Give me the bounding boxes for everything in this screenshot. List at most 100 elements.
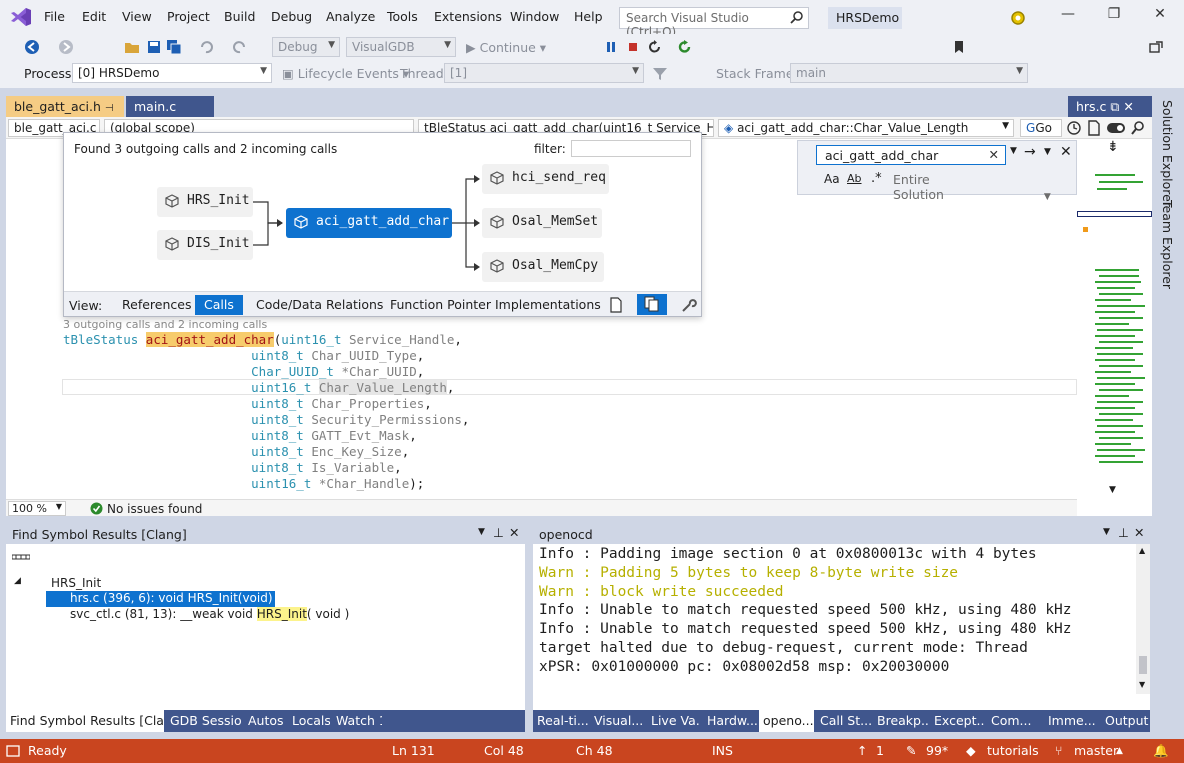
- param-name[interactable]: *Char_UUID: [341, 364, 416, 379]
- bottom-tab[interactable]: Visual...: [590, 710, 645, 732]
- close-button[interactable]: ✕: [1150, 6, 1170, 26]
- bookmark-icon[interactable]: [951, 39, 967, 55]
- whole-word-icon[interactable]: Ab: [847, 172, 862, 185]
- vertical-scrollbar[interactable]: ▲ ▼: [1136, 544, 1150, 694]
- chevron-down-icon[interactable]: ▼: [1103, 527, 1110, 537]
- status-pending[interactable]: 99*: [926, 743, 948, 758]
- restart-icon[interactable]: [647, 39, 663, 55]
- document-icon[interactable]: [608, 297, 624, 313]
- undo-icon[interactable]: [198, 39, 214, 55]
- bottom-tab[interactable]: Except...: [930, 710, 985, 732]
- refresh-icon[interactable]: [677, 39, 693, 55]
- find-input[interactable]: aci_gatt_add_char ✕: [816, 145, 1006, 165]
- param-name[interactable]: *Char_Handle: [319, 476, 409, 491]
- callee-node[interactable]: hci_send_req: [482, 164, 609, 194]
- menu-project[interactable]: Project: [167, 9, 210, 24]
- menu-tools[interactable]: Tools: [387, 9, 418, 24]
- status-repo[interactable]: tutorials: [987, 743, 1039, 758]
- tab-main-c[interactable]: main.c: [126, 96, 214, 117]
- back-icon[interactable]: [24, 39, 40, 55]
- tree-root[interactable]: HRS_Init: [51, 576, 101, 590]
- search-input[interactable]: Search Visual Studio (Ctrl+Q): [619, 7, 809, 39]
- param-name[interactable]: Security_Permissions: [311, 412, 462, 427]
- tab-ble-gatt-aci-h[interactable]: ble_gatt_aci.h ⊣ ✕: [6, 96, 124, 129]
- scroll-up-icon[interactable]: ▲: [1139, 546, 1145, 555]
- openocd-output[interactable]: Info : Padding image section 0 at 0x0800…: [533, 544, 1150, 710]
- chevron-down-icon[interactable]: ▼: [1044, 147, 1051, 157]
- process-combo[interactable]: [0] HRSDemo ▼: [72, 63, 272, 83]
- menu-edit[interactable]: Edit: [82, 9, 106, 24]
- param-name[interactable]: Enc_Key_Size: [311, 444, 401, 459]
- menu-view[interactable]: View: [122, 9, 152, 24]
- platform-combo[interactable]: VisualGDB ▼: [346, 37, 456, 57]
- scroll-down-icon[interactable]: ▼: [1109, 485, 1116, 495]
- clear-icon[interactable]: ✕: [989, 147, 999, 162]
- match-case-icon[interactable]: Aa: [824, 172, 840, 186]
- bottom-tab[interactable]: Find Symbol Results [Clang]: [6, 710, 164, 732]
- scrollbar-thumb[interactable]: [1139, 656, 1147, 674]
- find-next-icon[interactable]: →: [1024, 144, 1036, 160]
- tab-hrs-c-preview[interactable]: hrs.c ⧉ ✕: [1068, 96, 1152, 117]
- find-scope[interactable]: Entire Solution ▼: [893, 172, 1076, 202]
- status-line[interactable]: Ln 131: [392, 743, 435, 758]
- symbol-combo[interactable]: ◈ aci_gatt_add_char::Char_Value_Length ▼: [718, 119, 1014, 137]
- toggle-icon[interactable]: [1106, 120, 1126, 136]
- minimize-button[interactable]: —: [1058, 6, 1078, 26]
- bottom-tab[interactable]: Live Va...: [647, 710, 701, 732]
- bottom-tab[interactable]: Call St...: [816, 710, 871, 732]
- close-icon[interactable]: ✕: [509, 525, 519, 540]
- close-icon[interactable]: ✕: [1123, 99, 1133, 114]
- tab-solution-explorer[interactable]: Solution Explorer: [1160, 100, 1175, 207]
- close-icon[interactable]: ✕: [1060, 144, 1072, 160]
- clock-icon[interactable]: [1066, 120, 1082, 136]
- close-icon[interactable]: ✕: [1134, 525, 1144, 540]
- pin-icon[interactable]: ⊣: [105, 103, 114, 114]
- wrench-icon[interactable]: [681, 297, 697, 313]
- save-icon[interactable]: [146, 39, 162, 55]
- stop-icon[interactable]: [625, 39, 641, 55]
- split-handle-icon[interactable]: ⇟: [1107, 139, 1119, 155]
- param-name[interactable]: Is_Variable: [311, 460, 394, 475]
- minimap-scrollbar[interactable]: ⇟ ▼: [1077, 139, 1152, 499]
- bottom-tab[interactable]: openo...: [759, 710, 814, 732]
- tab-references[interactable]: References: [113, 295, 200, 315]
- tab-calls[interactable]: Calls: [195, 295, 243, 315]
- live-share-icon[interactable]: [1148, 39, 1164, 55]
- menu-help[interactable]: Help: [574, 9, 603, 24]
- result-item[interactable]: svc_ctl.c (81, 13): __weak void HRS_Init…: [70, 607, 349, 623]
- pencil-icon[interactable]: ✎: [906, 743, 916, 758]
- param-name[interactable]: Service_Handle: [349, 332, 454, 347]
- arrow-up-icon[interactable]: ↑: [857, 743, 867, 758]
- result-item-selected[interactable]: hrs.c (396, 6): void HRS_Init(void): [46, 591, 275, 607]
- menu-extensions[interactable]: Extensions: [434, 9, 502, 24]
- param-name[interactable]: Char_Value_Length: [318, 380, 447, 395]
- tab-code-data-relations[interactable]: Code/Data Relations: [247, 295, 392, 315]
- menu-file[interactable]: File: [44, 9, 65, 24]
- chevron-up-icon[interactable]: ▲: [1116, 746, 1123, 756]
- callee-node[interactable]: Osal_MemSet: [482, 208, 602, 238]
- bottom-tab[interactable]: Watch 1: [332, 710, 382, 732]
- bottom-tab[interactable]: Breakp...: [873, 710, 928, 732]
- menu-build[interactable]: Build: [224, 9, 255, 24]
- menu-analyze[interactable]: Analyze: [326, 9, 375, 24]
- expand-icon[interactable]: ◢: [14, 576, 21, 586]
- visual-studio-logo-icon[interactable]: [10, 7, 32, 27]
- keep-open-icon[interactable]: ⧉: [1110, 99, 1119, 114]
- tab-function-pointer-implementations[interactable]: Function Pointer Implementations: [381, 295, 610, 315]
- bottom-tab[interactable]: Locals: [288, 710, 330, 732]
- chevron-down-icon[interactable]: ▼: [1010, 146, 1017, 156]
- branch-icon[interactable]: ⑂: [1055, 743, 1063, 758]
- bottom-tab[interactable]: GDB Session: [166, 710, 242, 732]
- zoom-combo[interactable]: 100 % ▼: [8, 501, 66, 516]
- save-all-icon[interactable]: [166, 39, 182, 55]
- status-branch[interactable]: master: [1074, 743, 1118, 758]
- gear-icon[interactable]: [1008, 8, 1028, 28]
- function-name[interactable]: aci_gatt_add_char: [145, 332, 274, 347]
- open-folder-icon[interactable]: [124, 39, 140, 55]
- maximize-button[interactable]: ❐: [1104, 6, 1124, 26]
- status-ch[interactable]: Ch 48: [576, 743, 613, 758]
- lifecycle-events-button[interactable]: ▣ Lifecycle Events ▾: [282, 66, 409, 81]
- menu-debug[interactable]: Debug: [271, 9, 312, 24]
- bottom-tab[interactable]: Imme...: [1044, 710, 1099, 732]
- redo-icon[interactable]: [232, 39, 248, 55]
